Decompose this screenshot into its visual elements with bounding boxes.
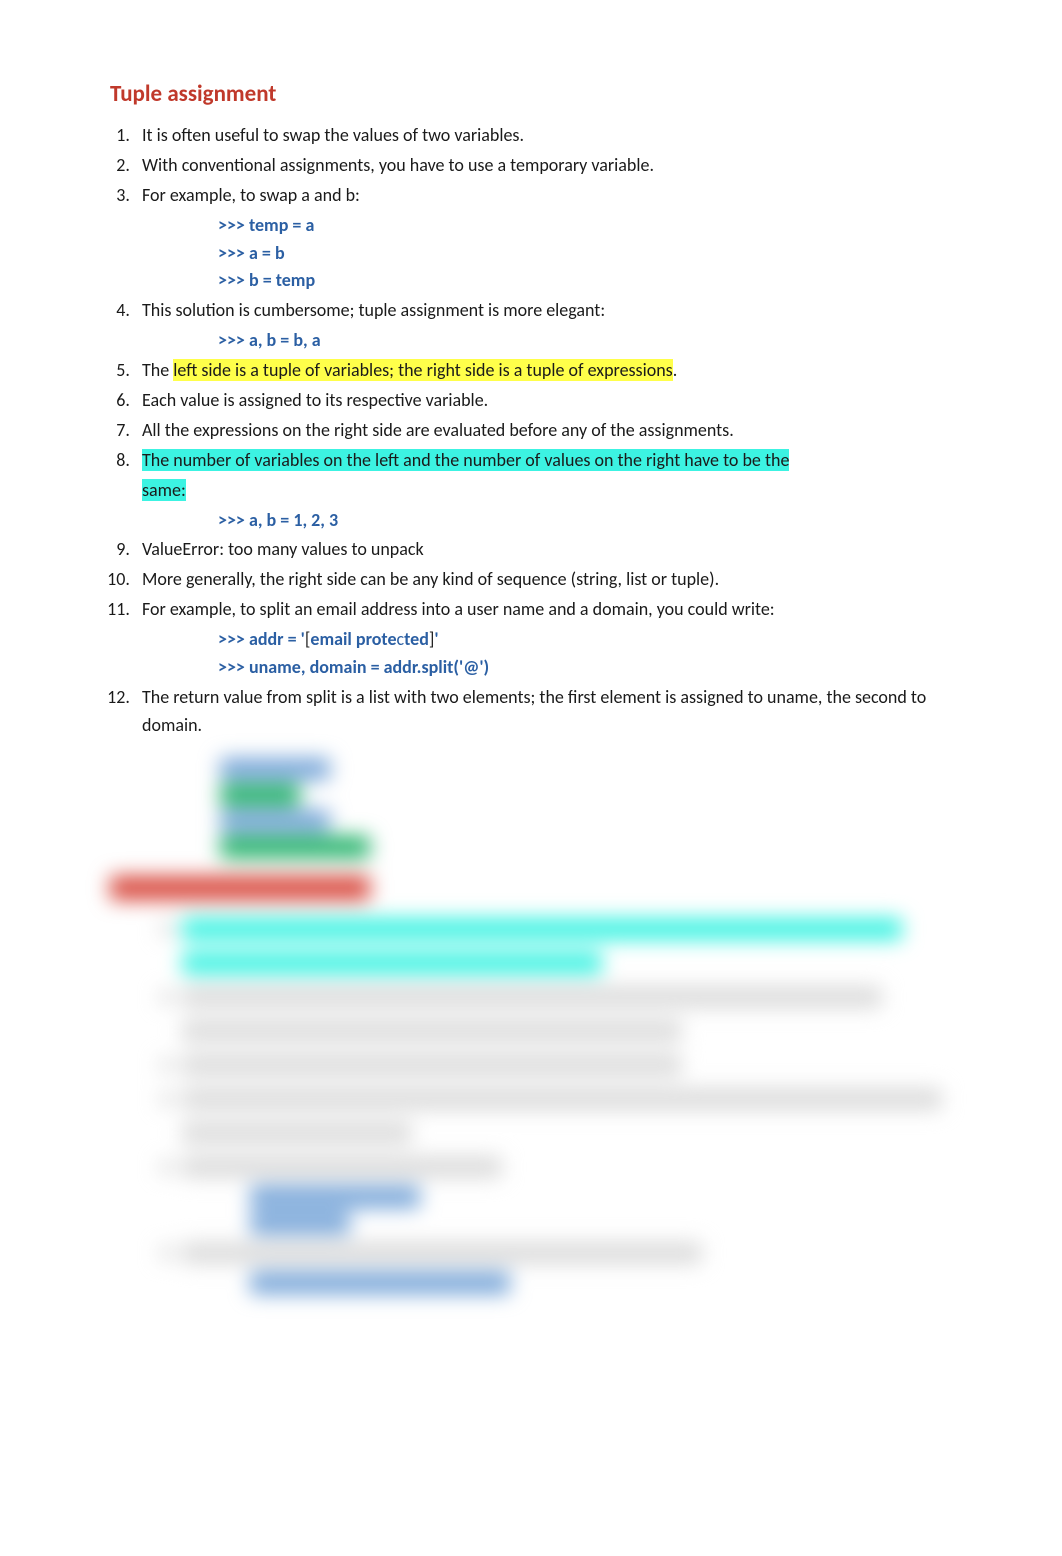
email-text-part: ted xyxy=(404,628,429,650)
list-item: For example, to swap a and b: >>> temp =… xyxy=(134,182,952,296)
code-block: >>> temp = a >>> a = b >>> b = temp xyxy=(218,212,952,296)
code-text: ' xyxy=(434,628,438,650)
list-item-text: For example, to split an email address i… xyxy=(142,598,775,620)
list-item-text-suffix: . xyxy=(673,359,678,381)
list-item: All the expressions on the right side ar… xyxy=(134,417,952,445)
code-block: >>> a, b = 1, 2, 3 xyxy=(218,507,952,535)
list-item: This solution is cumbersome; tuple assig… xyxy=(134,297,952,355)
email-text-part: c xyxy=(397,628,405,650)
list-item: It is often useful to swap the values of… xyxy=(134,122,952,150)
list-item: The return value from split is a list wi… xyxy=(134,684,952,740)
code-block: >>> a, b = b, a xyxy=(218,327,952,355)
list-item: Each value is assigned to its respective… xyxy=(134,387,952,415)
list-item-text-prefix: The xyxy=(142,359,173,381)
highlighted-text: left side is a tuple of variables; the r… xyxy=(173,359,672,381)
list-item-text: For example, to swap a and b: xyxy=(142,184,360,206)
email-protected-link[interactable]: [email protected] xyxy=(305,628,435,650)
list-item-text: The return value from split is a list wi… xyxy=(142,686,926,736)
highlighted-text: The number of variables on the left and … xyxy=(142,449,789,471)
list-item: More generally, the right side can be an… xyxy=(134,566,952,594)
document-page: Tuple assignment It is often useful to s… xyxy=(0,0,1062,1556)
list-item-text: It is often useful to swap the values of… xyxy=(142,124,524,146)
blurred-content-overlay xyxy=(110,758,952,1294)
list-item-text: More generally, the right side can be an… xyxy=(142,568,719,590)
code-text: >>> addr = ' xyxy=(218,628,305,650)
code-line-email: >>> addr = '[email protected]' xyxy=(218,626,952,654)
code-line: >>> a = b xyxy=(218,240,952,268)
code-line: >>> b = temp xyxy=(218,267,952,295)
list-item: With conventional assignments, you have … xyxy=(134,152,952,180)
list-item: The number of variables on the left and … xyxy=(134,447,952,535)
code-line: >>> a, b = b, a xyxy=(218,327,952,355)
code-block: >>> addr = '[email protected]' >>> uname… xyxy=(218,626,952,682)
list-item: For example, to split an email address i… xyxy=(134,596,952,682)
list-item-text: Each value is assigned to its respective… xyxy=(142,389,488,411)
code-line: >>> uname, domain = addr.split('@') xyxy=(218,654,952,682)
list-item-text: All the expressions on the right side ar… xyxy=(142,419,734,441)
list-item: The left side is a tuple of variables; t… xyxy=(134,357,952,385)
code-line: >>> temp = a xyxy=(218,212,952,240)
ordered-list: It is often useful to swap the values of… xyxy=(134,122,952,740)
list-item-text: With conventional assignments, you have … xyxy=(142,154,654,176)
list-item-text: This solution is cumbersome; tuple assig… xyxy=(142,299,605,321)
code-line: >>> a, b = 1, 2, 3 xyxy=(218,507,952,535)
section-title: Tuple assignment xyxy=(110,80,952,108)
highlighted-text: same: xyxy=(142,479,186,501)
email-text-part: email prote xyxy=(310,628,396,650)
list-item: ValueError: too many values to unpack xyxy=(134,536,952,564)
list-item-text: ValueError: too many values to unpack xyxy=(142,538,424,560)
